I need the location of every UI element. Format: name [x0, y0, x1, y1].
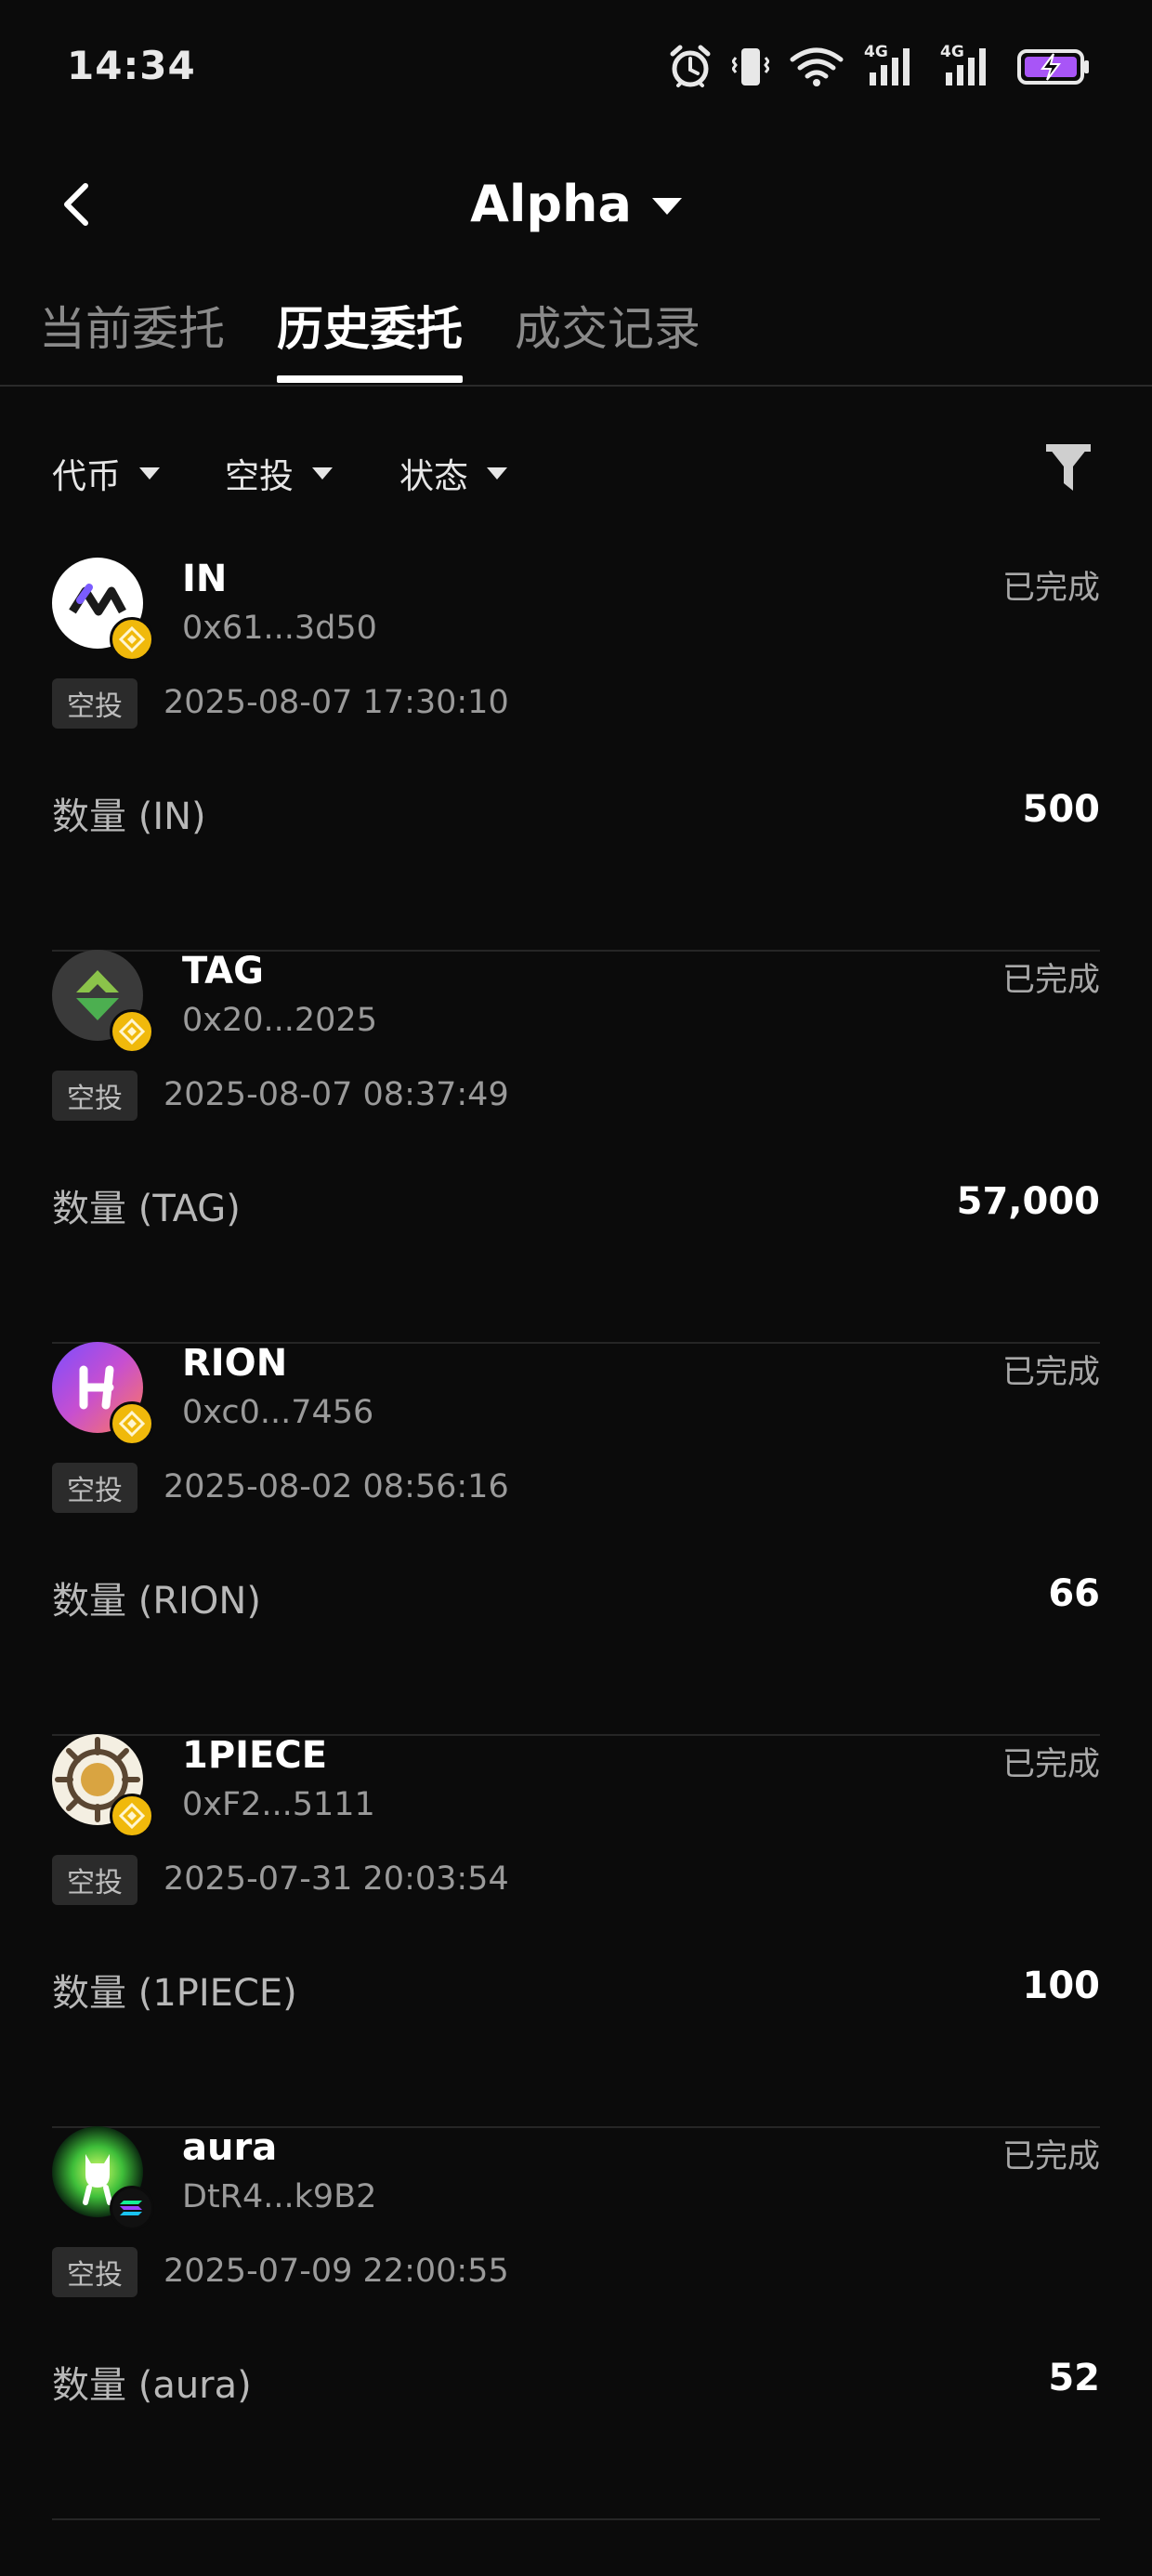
status-badge: 已完成: [1001, 570, 1100, 607]
contract-address: 0xF2...5111: [182, 1786, 375, 1823]
filter-button[interactable]: [1044, 440, 1093, 496]
tab-current-orders[interactable]: 当前委托: [39, 292, 225, 359]
contract-address: 0xc0...7456: [182, 1394, 374, 1431]
caret-down-icon: [487, 467, 507, 480]
quantity-label: 数量 (TAG): [52, 1188, 241, 1230]
list-item[interactable]: aura DtR4...k9B2 已完成 空投 2025-07-09 22:00…: [52, 2126, 1100, 2520]
quantity-value: 66: [1048, 1572, 1100, 1615]
caret-down-icon: [651, 197, 682, 215]
status-badge: 已完成: [1001, 2138, 1100, 2175]
tab-order-history[interactable]: 历史委托: [277, 292, 463, 359]
list-item[interactable]: RION 0xc0...7456 已完成 空投 2025-08-02 08:56…: [52, 1342, 1100, 1736]
token-filter[interactable]: 代币: [52, 448, 160, 498]
type-filter-label: 空投: [225, 456, 294, 496]
type-filter[interactable]: 空投: [225, 448, 333, 498]
title-dropdown[interactable]: Alpha: [0, 175, 1152, 233]
tab-bar: 当前委托 历史委托 成交记录: [0, 279, 1152, 387]
caret-down-icon: [139, 467, 160, 480]
token-filter-label: 代币: [52, 456, 121, 496]
wifi-icon: [790, 46, 844, 87]
tab-trade-records[interactable]: 成交记录: [515, 292, 700, 359]
list-item[interactable]: TAG 0x20...2025 已完成 空投 2025-08-07 08:37:…: [52, 950, 1100, 1344]
order-type-tag: 空投: [52, 1855, 137, 1905]
order-datetime: 2025-08-07 08:37:49: [164, 1076, 509, 1113]
status-bar: 14:34 4G 4G: [0, 0, 1152, 139]
token-symbol: IN: [182, 558, 228, 600]
page-title: Alpha: [470, 175, 632, 233]
active-tab-indicator: [277, 375, 463, 383]
bnb-chain-icon: [110, 617, 154, 662]
status-badge: 已完成: [1001, 1746, 1100, 1783]
order-datetime: 2025-07-09 22:00:55: [164, 2253, 509, 2290]
status-filter[interactable]: 状态: [399, 448, 507, 498]
status-time: 14:34: [67, 43, 196, 88]
caret-down-icon: [312, 467, 333, 480]
status-badge: 已完成: [1001, 1354, 1100, 1391]
order-type-tag: 空投: [52, 2247, 137, 2297]
quantity-label: 数量 (aura): [52, 2364, 252, 2407]
order-type-tag: 空投: [52, 678, 137, 729]
vibrate-icon: [732, 45, 769, 89]
token-symbol: RION: [182, 1342, 288, 1385]
bnb-chain-icon: [110, 1401, 154, 1446]
signal-4g-icon: 4G: [940, 43, 996, 89]
contract-address: 0x20...2025: [182, 1002, 377, 1039]
quantity-value: 52: [1048, 2357, 1100, 2399]
order-datetime: 2025-08-02 08:56:16: [164, 1468, 509, 1505]
alarm-icon: [669, 45, 712, 89]
quantity-label: 数量 (RION): [52, 1580, 261, 1623]
funnel-icon: [1046, 444, 1091, 491]
order-datetime: 2025-08-07 17:30:10: [164, 684, 509, 721]
contract-address: DtR4...k9B2: [182, 2178, 377, 2215]
status-filter-label: 状态: [399, 456, 468, 496]
list-item[interactable]: 1PIECE 0xF2...5111 已完成 空投 2025-07-31 20:…: [52, 1734, 1100, 2128]
token-symbol: TAG: [182, 950, 264, 992]
token-symbol: 1PIECE: [182, 1734, 328, 1777]
status-icons: 4G 4G: [669, 41, 1091, 93]
order-type-tag: 空投: [52, 1463, 137, 1513]
token-symbol: aura: [182, 2126, 278, 2169]
quantity-label: 数量 (1PIECE): [52, 1972, 297, 2015]
order-type-tag: 空投: [52, 1071, 137, 1121]
quantity-value: 57,000: [956, 1180, 1100, 1223]
quantity-value: 100: [1022, 1965, 1101, 2007]
bnb-chain-icon: [110, 1009, 154, 1054]
solana-chain-icon: [110, 2186, 154, 2230]
status-badge: 已完成: [1001, 962, 1100, 999]
list-item[interactable]: IN 0x61...3d50 已完成 空投 2025-08-07 17:30:1…: [52, 558, 1100, 952]
battery-charging-icon: [1016, 46, 1091, 87]
order-datetime: 2025-07-31 20:03:54: [164, 1860, 509, 1898]
page-header: Alpha: [0, 158, 1152, 251]
contract-address: 0x61...3d50: [182, 610, 377, 647]
quantity-label: 数量 (IN): [52, 795, 206, 838]
bnb-chain-icon: [110, 1794, 154, 1838]
filter-bar: 代币 空投 状态: [0, 437, 1152, 504]
signal-4g-icon: 4G: [864, 43, 920, 89]
quantity-value: 500: [1022, 788, 1101, 831]
